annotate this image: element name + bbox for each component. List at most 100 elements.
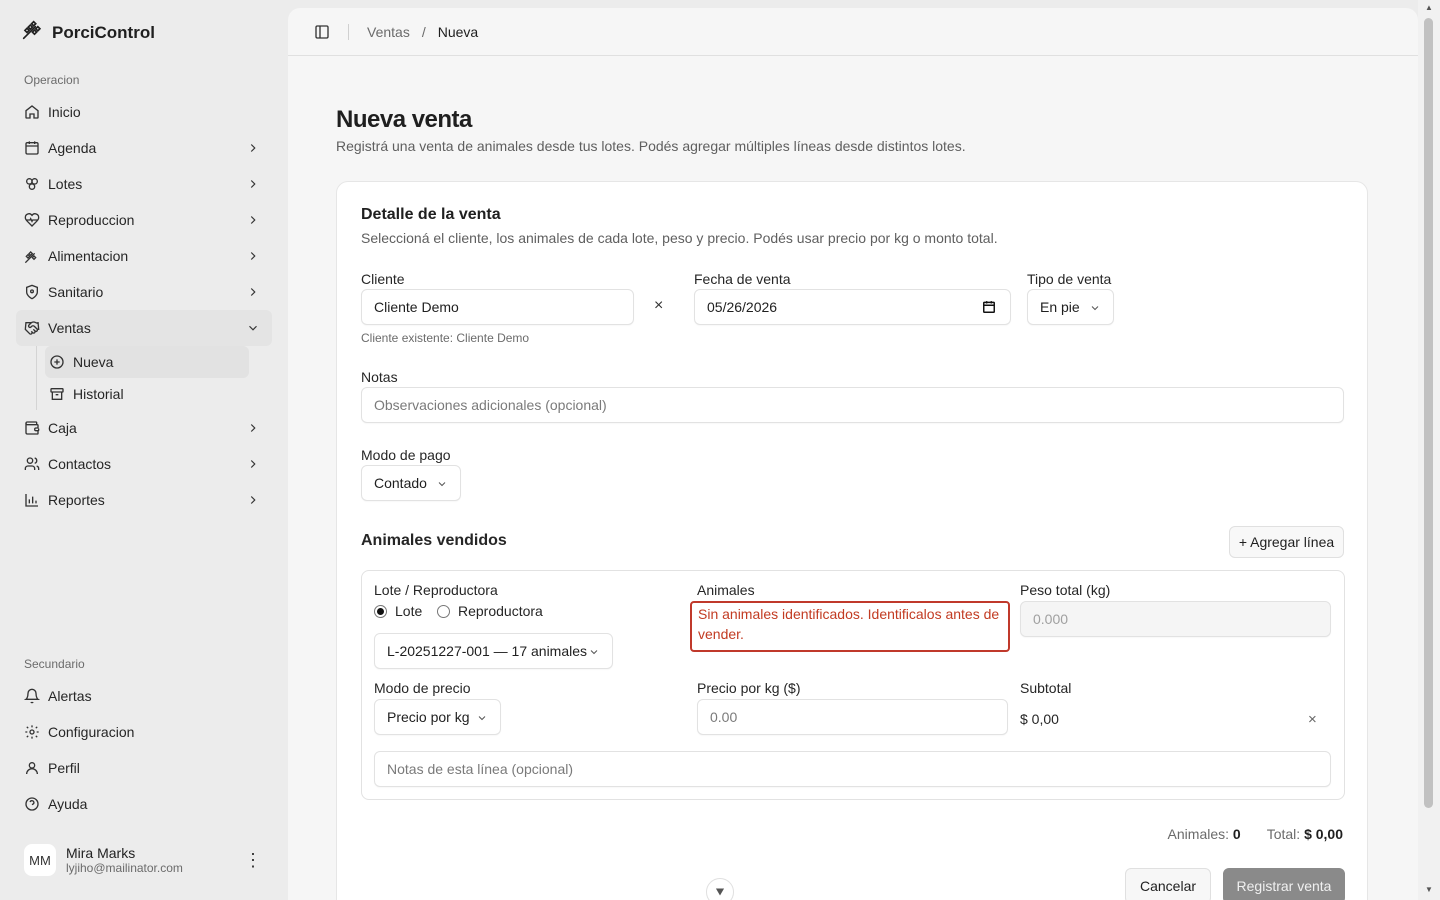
remove-line-icon[interactable]: × xyxy=(1308,711,1317,728)
scroll-up-arrow-icon[interactable]: ▲ xyxy=(1424,4,1434,12)
line-notas-input[interactable]: Notas de esta línea (opcional) xyxy=(374,751,1331,787)
lote-value: L-20251227-001 — 17 animales xyxy=(387,643,588,659)
modo-precio-select[interactable]: Precio por kg xyxy=(374,699,501,735)
cliente-hint: Cliente existente: Cliente Demo xyxy=(361,331,530,345)
scroll-down-button[interactable] xyxy=(706,878,734,900)
sidebar-subitem-nueva[interactable]: Nueva xyxy=(45,346,249,378)
app-name: PorciControl xyxy=(52,22,155,42)
chevron-right-icon xyxy=(250,288,256,296)
secondary-nav: Alertas Configuracion Perfil Ayuda xyxy=(16,678,272,822)
handshake-icon xyxy=(24,320,40,336)
tipo-label: Tipo de venta xyxy=(1027,271,1112,287)
bell-icon xyxy=(24,688,40,704)
sidebar-item-label: Lotes xyxy=(48,176,83,192)
sidebar-item-label: Agenda xyxy=(48,140,97,156)
add-line-button[interactable]: + Agregar línea xyxy=(1229,526,1344,558)
lote-select[interactable]: L-20251227-001 — 17 animales xyxy=(374,633,613,669)
chevron-right-icon xyxy=(250,180,256,188)
sidebar-item-alimentacion[interactable]: Alimentacion xyxy=(16,238,272,274)
sidebar-item-reportes[interactable]: Reportes xyxy=(16,482,272,518)
animales-section-title: Animales vendidos xyxy=(361,532,507,549)
radio-reproductora[interactable]: Reproductora xyxy=(437,603,543,619)
tipo-select[interactable]: En pie xyxy=(1027,289,1114,325)
sidebar: PorciControl Operacion Inicio Agenda Lot… xyxy=(0,0,288,900)
sidebar-item-label: Perfil xyxy=(48,760,80,776)
subtotal-label: Subtotal xyxy=(1020,680,1072,696)
sidebar-item-agenda[interactable]: Agenda xyxy=(16,130,272,166)
avatar: MM xyxy=(24,844,56,876)
wheat-logo-icon xyxy=(22,20,42,45)
sidebar-item-lotes[interactable]: Lotes xyxy=(16,166,272,202)
sidebar-item-alertas[interactable]: Alertas xyxy=(16,678,272,714)
sidebar-item-contactos[interactable]: Contactos xyxy=(16,446,272,482)
sidebar-item-label: Inicio xyxy=(48,104,81,120)
chevron-right-icon xyxy=(250,460,256,468)
sidebar-item-ayuda[interactable]: Ayuda xyxy=(16,786,272,822)
sidebar-item-inicio[interactable]: Inicio xyxy=(16,94,272,130)
pago-value: Contado xyxy=(374,475,427,491)
scrollbar-thumb[interactable] xyxy=(1424,18,1433,808)
animales-total-label: Animales: xyxy=(1167,826,1230,842)
notas-label: Notas xyxy=(361,369,398,385)
fecha-input[interactable]: 05/26/2026 xyxy=(694,289,1011,325)
divider xyxy=(348,23,349,40)
precio-input[interactable]: 0.00 xyxy=(697,699,1008,735)
notas-input[interactable]: Observaciones adicionales (opcional) xyxy=(361,387,1344,423)
sidebar-item-reproduccion[interactable]: Reproduccion xyxy=(16,202,272,238)
more-vertical-icon[interactable]: ⋮ xyxy=(244,850,262,871)
cliente-input[interactable]: Cliente Demo xyxy=(361,289,634,325)
heart-pulse-icon xyxy=(24,212,40,228)
user-menu[interactable]: MM Mira Marks lyjiho@mailinator.com ⋮ xyxy=(16,834,272,886)
sidebar-subitem-historial[interactable]: Historial xyxy=(45,378,249,410)
chevron-right-icon xyxy=(250,216,256,224)
breadcrumb-separator: / xyxy=(421,23,426,40)
calendar-icon xyxy=(24,140,40,156)
app-brand[interactable]: PorciControl xyxy=(22,20,155,45)
cliente-label: Cliente xyxy=(361,271,405,287)
primary-nav: Inicio Agenda Lotes Reproduccion Aliment… xyxy=(16,94,272,518)
sidebar-item-configuracion[interactable]: Configuracion xyxy=(16,714,272,750)
peso-input[interactable]: 0.000 xyxy=(1020,601,1331,637)
help-circle-icon xyxy=(24,796,40,812)
user-icon xyxy=(24,760,40,776)
fecha-label: Fecha de venta xyxy=(694,271,791,287)
breadcrumb-ventas[interactable]: Ventas xyxy=(367,24,410,40)
totals: Animales: 0 Total: $ 0,00 xyxy=(1168,826,1343,842)
sidebar-item-perfil[interactable]: Perfil xyxy=(16,750,272,786)
animales-label: Animales xyxy=(697,582,755,598)
sidebar-toggle-icon[interactable] xyxy=(314,24,330,40)
sidebar-item-label: Configuracion xyxy=(48,724,135,740)
home-icon xyxy=(24,104,40,120)
topbar: Ventas / Nueva xyxy=(288,8,1418,56)
users-icon xyxy=(24,456,40,472)
form-title: Detalle de la venta xyxy=(361,206,501,223)
sidebar-item-ventas[interactable]: Ventas xyxy=(16,310,272,346)
wheat-icon xyxy=(24,248,40,264)
radio-lote[interactable]: Lote xyxy=(374,603,422,619)
animales-total-value: 0 xyxy=(1232,826,1241,842)
chevron-down-icon xyxy=(249,325,257,331)
user-email: lyjiho@mailinator.com xyxy=(66,861,183,875)
group-label-operacion: Operacion xyxy=(24,73,80,87)
main-panel: Ventas / Nueva Nueva venta Registrá una … xyxy=(288,8,1418,900)
cancel-button[interactable]: Cancelar xyxy=(1125,868,1211,900)
sidebar-item-label: Contactos xyxy=(48,456,112,472)
calendar-picker-icon[interactable] xyxy=(982,300,996,314)
scroll-down-arrow-icon[interactable]: ▼ xyxy=(1424,886,1434,894)
sidebar-item-label: Alimentacion xyxy=(48,248,129,264)
radio-dot xyxy=(437,604,450,618)
group-label-secundario: Secundario xyxy=(24,657,85,671)
clear-cliente-icon[interactable]: × xyxy=(654,297,663,315)
sidebar-item-caja[interactable]: Caja xyxy=(16,410,272,446)
radio-dot-selected xyxy=(374,604,387,618)
modo-precio-label: Modo de precio xyxy=(374,680,471,696)
lote-label: Lote / Reproductora xyxy=(374,582,498,598)
page-scrollbar[interactable]: ▲ ▼ xyxy=(1418,0,1440,900)
pago-select[interactable]: Contado xyxy=(361,465,461,501)
tipo-value: En pie xyxy=(1040,299,1080,315)
sidebar-item-sanitario[interactable]: Sanitario xyxy=(16,274,272,310)
animales-total: Animales: 0 xyxy=(1168,826,1241,842)
submit-button[interactable]: Registrar venta xyxy=(1223,868,1345,900)
page-subtitle: Registrá una venta de animales desde tus… xyxy=(336,138,966,154)
sale-line: Lote / Reproductora Lote Reproductora L-… xyxy=(361,570,1345,800)
